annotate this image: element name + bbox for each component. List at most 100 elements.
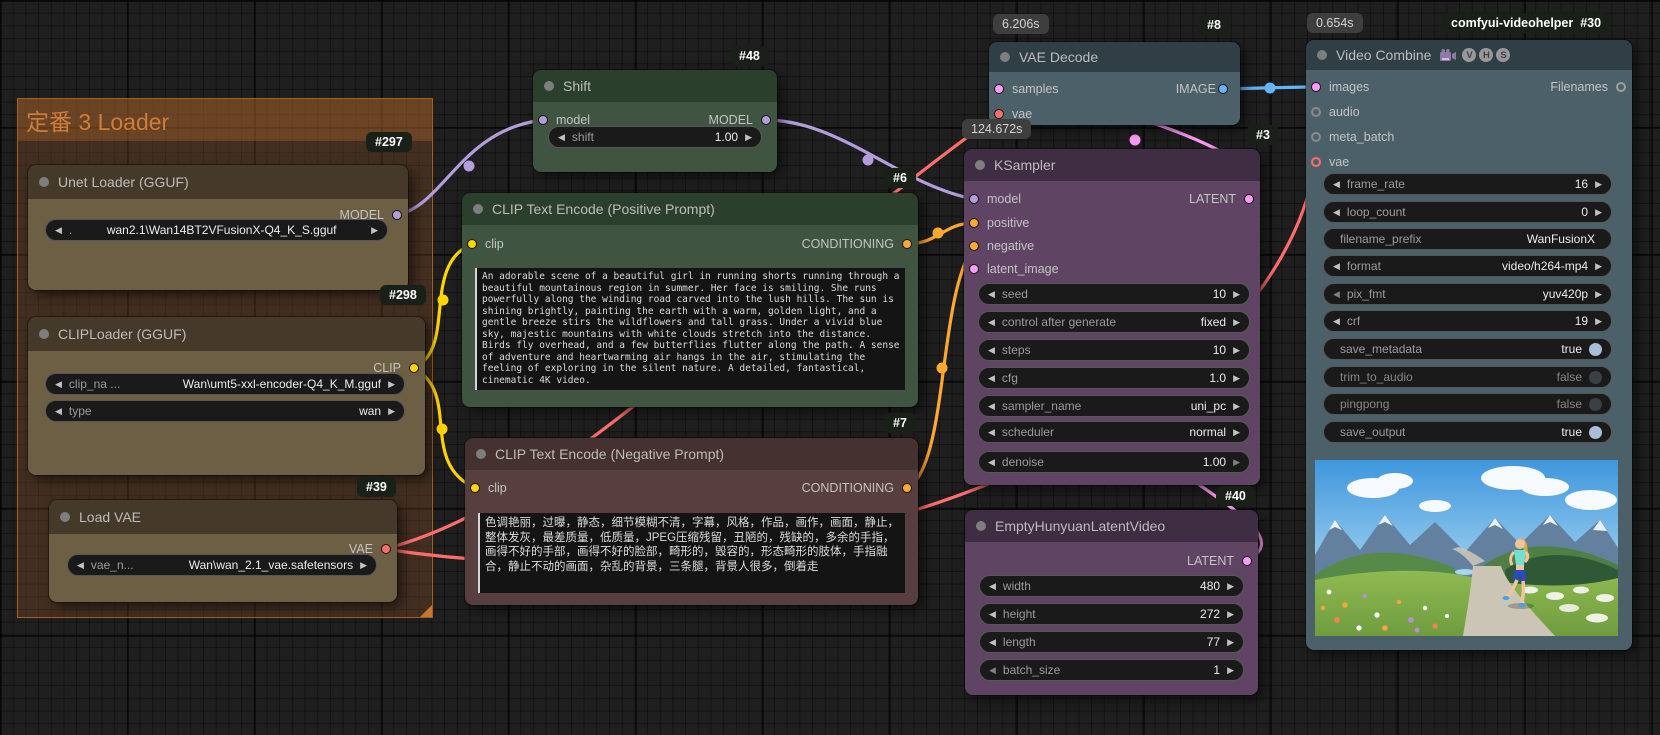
widget-filename-prefix[interactable]: filename_prefix WanFusionX: [1323, 228, 1612, 250]
widget-height[interactable]: ◀ height 272 ▶: [979, 603, 1244, 625]
widget-frame-rate[interactable]: ◀ frame_rate 16 ▶: [1323, 173, 1612, 195]
collapse-dot-icon[interactable]: [60, 512, 70, 522]
widget-denoise[interactable]: ◀ denoise 1.00 ▶: [978, 451, 1250, 473]
increment-arrow-icon[interactable]: ▶: [1595, 317, 1602, 326]
increment-arrow-icon[interactable]: ▶: [1233, 346, 1240, 355]
next-arrow-icon[interactable]: ▶: [388, 407, 395, 416]
widget-length[interactable]: ◀ length 77 ▶: [979, 631, 1244, 653]
decrement-arrow-icon[interactable]: ◀: [1333, 290, 1340, 299]
increment-arrow-icon[interactable]: ▶: [1595, 180, 1602, 189]
input-port-clip[interactable]: [470, 483, 480, 493]
widget-scheduler[interactable]: ◀ scheduler normal ▶: [978, 421, 1250, 443]
input-port-vae[interactable]: [994, 109, 1004, 119]
positive-prompt-textarea[interactable]: An adorable scene of a beautiful girl in…: [475, 268, 905, 390]
input-port-samples[interactable]: [994, 84, 1004, 94]
input-port-meta-batch[interactable]: [1311, 132, 1321, 142]
widget-pix-fmt[interactable]: ◀ pix_fmt yuv420p ▶: [1323, 283, 1612, 305]
node-empty-hunyuan-latent-video[interactable]: EmptyHunyuanLatentVideo LATENT ◀ width 4…: [965, 510, 1258, 695]
collapse-dot-icon[interactable]: [39, 177, 49, 187]
toggle-off-icon[interactable]: [1589, 371, 1602, 384]
input-port-model[interactable]: [969, 194, 979, 204]
node-vae-decode[interactable]: VAE Decode samples IMAGE vae: [989, 42, 1240, 125]
widget-vae-name[interactable]: ◀ vae_n... Wan\wan_2.1_vae.safetensors ▶: [67, 554, 377, 576]
collapse-dot-icon[interactable]: [473, 204, 483, 214]
node-titlebar[interactable]: CLIP Text Encode (Negative Prompt): [465, 438, 918, 470]
decrement-arrow-icon[interactable]: ◀: [989, 582, 996, 591]
decrement-arrow-icon[interactable]: ◀: [1333, 180, 1340, 189]
output-port-image[interactable]: [1218, 84, 1228, 94]
widget-batch-size[interactable]: ◀ batch_size 1 ▶: [979, 659, 1244, 681]
widget-control-after-generate[interactable]: ◀ control after generate fixed ▶: [978, 311, 1250, 333]
increment-arrow-icon[interactable]: ▶: [1595, 262, 1602, 271]
node-shift[interactable]: Shift model MODEL ◀ shift 1.00 ▶: [533, 70, 777, 172]
decrement-arrow-icon[interactable]: ◀: [988, 402, 995, 411]
decrement-arrow-icon[interactable]: ◀: [988, 346, 995, 355]
widget-clip-name[interactable]: ◀ clip_na ... Wan\umt5-xxl-encoder-Q4_K_…: [45, 373, 405, 395]
node-titlebar[interactable]: CLIP Text Encode (Positive Prompt): [462, 193, 918, 225]
node-titlebar[interactable]: Unet Loader (GGUF): [28, 165, 408, 199]
node-titlebar[interactable]: Video Combine V H S: [1306, 40, 1632, 70]
decrement-arrow-icon[interactable]: ◀: [989, 610, 996, 619]
toggle-off-icon[interactable]: [1589, 398, 1602, 411]
input-port-negative[interactable]: [969, 241, 979, 251]
decrement-arrow-icon[interactable]: ◀: [988, 318, 995, 327]
widget-loop-count[interactable]: ◀ loop_count 0 ▶: [1323, 201, 1612, 223]
output-port-conditioning[interactable]: [902, 239, 912, 249]
output-port-vae[interactable]: [381, 544, 391, 554]
output-port-latent[interactable]: [1244, 194, 1254, 204]
increment-arrow-icon[interactable]: ▶: [1227, 582, 1234, 591]
decrement-arrow-icon[interactable]: ◀: [989, 638, 996, 647]
output-port-clip[interactable]: [409, 363, 419, 373]
collapse-dot-icon[interactable]: [476, 449, 486, 459]
output-port-conditioning[interactable]: [902, 483, 912, 493]
input-port-clip[interactable]: [467, 239, 477, 249]
prev-arrow-icon[interactable]: ◀: [55, 226, 62, 235]
node-graph-canvas[interactable]: 定番 3 Loader: [0, 0, 1660, 735]
widget-trim-to-audio[interactable]: trim_to_audio false: [1323, 366, 1612, 388]
node-unet-loader[interactable]: Unet Loader (GGUF) MODEL ◀ . wan2.1\Wan1…: [28, 165, 408, 290]
increment-arrow-icon[interactable]: ▶: [1233, 458, 1240, 467]
widget-steps[interactable]: ◀ steps 10 ▶: [978, 339, 1250, 361]
output-port-model[interactable]: [392, 210, 402, 220]
increment-arrow-icon[interactable]: ▶: [1233, 290, 1240, 299]
node-titlebar[interactable]: KSampler: [964, 149, 1260, 181]
input-port-vae[interactable]: [1311, 157, 1321, 167]
widget-seed[interactable]: ◀ seed 10 ▶: [978, 283, 1250, 305]
node-clip-text-encode-positive[interactable]: CLIP Text Encode (Positive Prompt) clip …: [462, 193, 918, 407]
increment-arrow-icon[interactable]: ▶: [1227, 666, 1234, 675]
collapse-dot-icon[interactable]: [976, 521, 986, 531]
decrement-arrow-icon[interactable]: ◀: [1333, 262, 1340, 271]
widget-clip-type[interactable]: ◀ type wan ▶: [45, 400, 405, 422]
increment-arrow-icon[interactable]: ▶: [1233, 402, 1240, 411]
widget-sampler-name[interactable]: ◀ sampler_name uni_pc ▶: [978, 395, 1250, 417]
increment-arrow-icon[interactable]: ▶: [1233, 318, 1240, 327]
widget-pingpong[interactable]: pingpong false: [1323, 393, 1612, 415]
decrement-arrow-icon[interactable]: ◀: [989, 666, 996, 675]
collapse-dot-icon[interactable]: [39, 329, 49, 339]
node-titlebar[interactable]: VAE Decode: [989, 42, 1240, 72]
input-port-positive[interactable]: [969, 218, 979, 228]
prev-arrow-icon[interactable]: ◀: [55, 380, 62, 389]
increment-arrow-icon[interactable]: ▶: [1595, 208, 1602, 217]
widget-shift[interactable]: ◀ shift 1.00 ▶: [548, 126, 762, 148]
decrement-arrow-icon[interactable]: ◀: [988, 458, 995, 467]
widget-width[interactable]: ◀ width 480 ▶: [979, 575, 1244, 597]
collapse-dot-icon[interactable]: [975, 160, 985, 170]
next-arrow-icon[interactable]: ▶: [371, 226, 378, 235]
collapse-dot-icon[interactable]: [1317, 50, 1327, 60]
prev-arrow-icon[interactable]: ◀: [55, 407, 62, 416]
output-port-model[interactable]: [761, 115, 771, 125]
decrement-arrow-icon[interactable]: ◀: [988, 428, 995, 437]
increment-arrow-icon[interactable]: ▶: [1233, 428, 1240, 437]
collapse-dot-icon[interactable]: [544, 81, 554, 91]
decrement-arrow-icon[interactable]: ◀: [1333, 317, 1340, 326]
widget-cfg[interactable]: ◀ cfg 1.0 ▶: [978, 367, 1250, 389]
increment-arrow-icon[interactable]: ▶: [745, 133, 752, 142]
group-resize-handle[interactable]: [420, 605, 432, 617]
node-titlebar[interactable]: CLIPLoader (GGUF): [28, 317, 425, 351]
toggle-on-icon[interactable]: [1589, 343, 1602, 356]
node-load-vae[interactable]: Load VAE VAE ◀ vae_n... Wan\wan_2.1_vae.…: [49, 500, 397, 602]
decrement-arrow-icon[interactable]: ◀: [988, 290, 995, 299]
output-port-latent[interactable]: [1242, 556, 1252, 566]
node-video-combine[interactable]: Video Combine V H S images Filenames aud…: [1306, 40, 1632, 650]
